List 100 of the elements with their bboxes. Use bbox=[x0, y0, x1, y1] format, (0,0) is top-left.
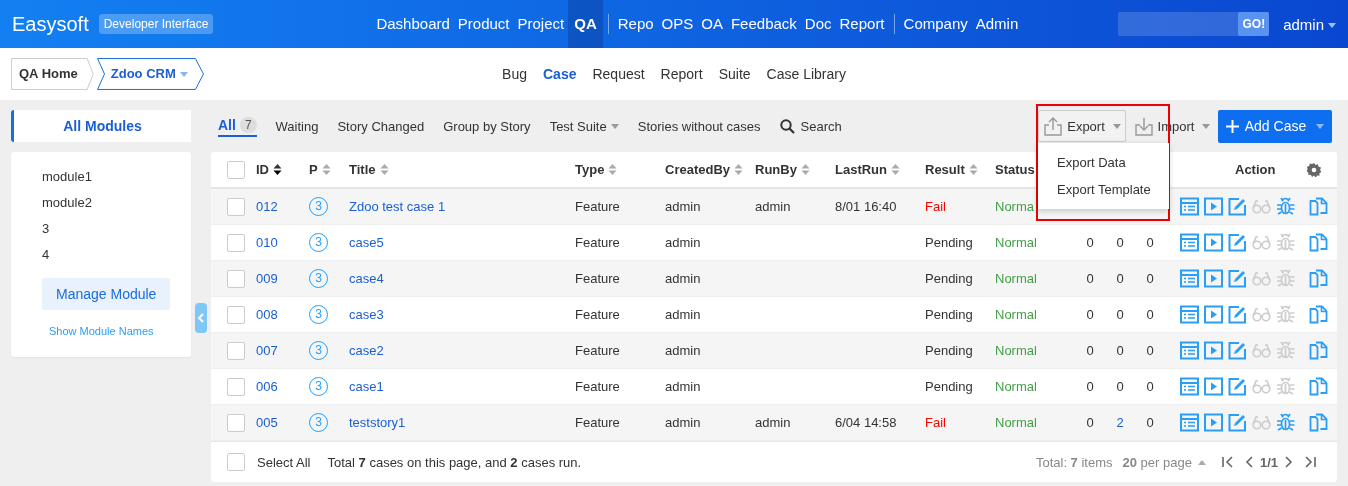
module-item[interactable]: 4 bbox=[42, 242, 50, 268]
checkbox[interactable] bbox=[227, 197, 245, 216]
copy-icon[interactable] bbox=[1309, 341, 1328, 360]
nav-item[interactable]: Project bbox=[513, 0, 569, 48]
nav-item[interactable]: Feedback bbox=[726, 0, 801, 48]
list-icon[interactable] bbox=[1180, 341, 1199, 360]
select-all-label[interactable]: Select All bbox=[257, 454, 311, 470]
checkbox[interactable] bbox=[227, 341, 245, 360]
play-icon[interactable] bbox=[1204, 377, 1223, 396]
nav-item[interactable]: OPS bbox=[657, 0, 698, 48]
column-header[interactable]: Status bbox=[995, 162, 1035, 177]
bug-icon[interactable] bbox=[1276, 197, 1295, 216]
edit-icon[interactable] bbox=[1228, 233, 1247, 252]
filter-tab[interactable]: Waiting bbox=[275, 110, 319, 142]
copy-icon[interactable] bbox=[1309, 413, 1328, 432]
column-header[interactable]: Result bbox=[925, 162, 978, 177]
case-id-link[interactable]: 007 bbox=[256, 343, 278, 358]
filter-tab[interactable]: Story Changed bbox=[337, 110, 425, 142]
menu-tab[interactable]: Case bbox=[535, 66, 585, 82]
breadcrumb[interactable]: QA Home bbox=[11, 58, 94, 90]
nav-item[interactable]: Dashboard bbox=[372, 0, 454, 48]
column-header[interactable]: RunBy bbox=[755, 162, 810, 177]
nav-item[interactable]: QA bbox=[568, 0, 603, 48]
column-header[interactable]: Type bbox=[575, 162, 618, 177]
checkbox[interactable] bbox=[227, 160, 245, 179]
copy-icon[interactable] bbox=[1309, 305, 1328, 324]
breadcrumb[interactable]: Zdoo CRM bbox=[96, 58, 204, 90]
menu-tab[interactable]: Case Library bbox=[758, 66, 854, 82]
copy-icon[interactable] bbox=[1309, 269, 1328, 288]
play-icon[interactable] bbox=[1204, 305, 1223, 324]
column-header[interactable]: LastRun bbox=[835, 162, 900, 177]
case-title-link[interactable]: case5 bbox=[349, 235, 384, 250]
case-id-link[interactable]: 010 bbox=[256, 235, 278, 250]
checkbox[interactable] bbox=[227, 413, 245, 432]
menu-tab[interactable]: Bug bbox=[494, 66, 535, 82]
go-button[interactable]: GO! bbox=[1238, 12, 1270, 36]
play-icon[interactable] bbox=[1204, 413, 1223, 432]
menu-tab[interactable]: Report bbox=[652, 66, 711, 82]
edit-icon[interactable] bbox=[1228, 377, 1247, 396]
play-icon[interactable] bbox=[1204, 197, 1223, 216]
next-page-icon[interactable] bbox=[1283, 456, 1293, 468]
search-field[interactable]: GO! bbox=[1118, 12, 1270, 36]
add-case-button[interactable]: Add Case bbox=[1218, 109, 1332, 143]
case-title-link[interactable]: teststory1 bbox=[349, 415, 406, 430]
case-title-link[interactable]: case1 bbox=[349, 379, 384, 394]
column-header[interactable]: CreatedBy bbox=[665, 162, 744, 177]
case-id-link[interactable]: 008 bbox=[256, 307, 278, 322]
filter-dropdown[interactable]: Test Suite bbox=[549, 110, 619, 142]
nav-item[interactable]: OA bbox=[697, 0, 727, 48]
last-page-icon[interactable] bbox=[1303, 456, 1317, 468]
checkbox[interactable] bbox=[227, 233, 245, 252]
menu-tab[interactable]: Suite bbox=[710, 66, 759, 82]
copy-icon[interactable] bbox=[1309, 377, 1328, 396]
list-icon[interactable] bbox=[1180, 377, 1199, 396]
search-toggle[interactable]: Search bbox=[779, 110, 842, 142]
case-id-link[interactable]: 012 bbox=[256, 199, 278, 214]
edit-icon[interactable] bbox=[1228, 413, 1247, 432]
edit-icon[interactable] bbox=[1228, 305, 1247, 324]
copy-icon[interactable] bbox=[1309, 197, 1328, 216]
case-id-link[interactable]: 006 bbox=[256, 379, 278, 394]
list-icon[interactable] bbox=[1180, 197, 1199, 216]
filter-tab[interactable]: Stories without cases bbox=[637, 110, 761, 142]
column-header[interactable]: Title bbox=[349, 162, 389, 177]
edit-icon[interactable] bbox=[1228, 269, 1247, 288]
column-header[interactable]: ID bbox=[256, 162, 282, 177]
nav-item[interactable]: Admin bbox=[971, 0, 1023, 48]
case-id-link[interactable]: 005 bbox=[256, 415, 278, 430]
checkbox[interactable] bbox=[227, 269, 245, 288]
module-item[interactable]: module2 bbox=[42, 190, 92, 216]
list-icon[interactable] bbox=[1180, 413, 1199, 432]
play-icon[interactable] bbox=[1204, 269, 1223, 288]
per-page-selector[interactable]: 20 per page bbox=[1122, 454, 1206, 470]
count-link[interactable]: 2 bbox=[1116, 415, 1124, 430]
filter-tab[interactable]: All 7 bbox=[218, 115, 257, 137]
list-icon[interactable] bbox=[1180, 269, 1199, 288]
nav-item[interactable]: Company bbox=[899, 0, 972, 48]
export-button[interactable]: Export bbox=[1038, 110, 1126, 142]
column-header[interactable]: P bbox=[309, 162, 331, 177]
menu-tab[interactable]: Request bbox=[584, 66, 653, 82]
list-icon[interactable] bbox=[1180, 305, 1199, 324]
play-icon[interactable] bbox=[1204, 233, 1223, 252]
nav-item[interactable]: Doc bbox=[800, 0, 836, 48]
nav-item[interactable]: Report bbox=[835, 0, 889, 48]
list-icon[interactable] bbox=[1180, 233, 1199, 252]
nav-item[interactable]: Repo bbox=[613, 0, 658, 48]
case-id-link[interactable]: 009 bbox=[256, 271, 278, 286]
module-item[interactable]: module1 bbox=[42, 164, 92, 190]
menu-item[interactable]: Export Data bbox=[1038, 149, 1169, 176]
play-icon[interactable] bbox=[1204, 341, 1223, 360]
user-menu[interactable]: admin bbox=[1283, 15, 1336, 33]
manage-module-button[interactable]: Manage Module bbox=[42, 278, 171, 310]
case-title-link[interactable]: case2 bbox=[349, 343, 384, 358]
bug-icon[interactable] bbox=[1276, 413, 1295, 432]
case-title-link[interactable]: Zdoo test case 1 bbox=[349, 199, 446, 214]
previous-page-icon[interactable] bbox=[1244, 456, 1255, 468]
module-item[interactable]: 3 bbox=[42, 216, 50, 242]
checkbox[interactable] bbox=[227, 377, 245, 396]
collapse-handle[interactable] bbox=[195, 303, 207, 333]
menu-item[interactable]: Export Template bbox=[1038, 176, 1169, 203]
checkbox[interactable] bbox=[227, 305, 245, 324]
